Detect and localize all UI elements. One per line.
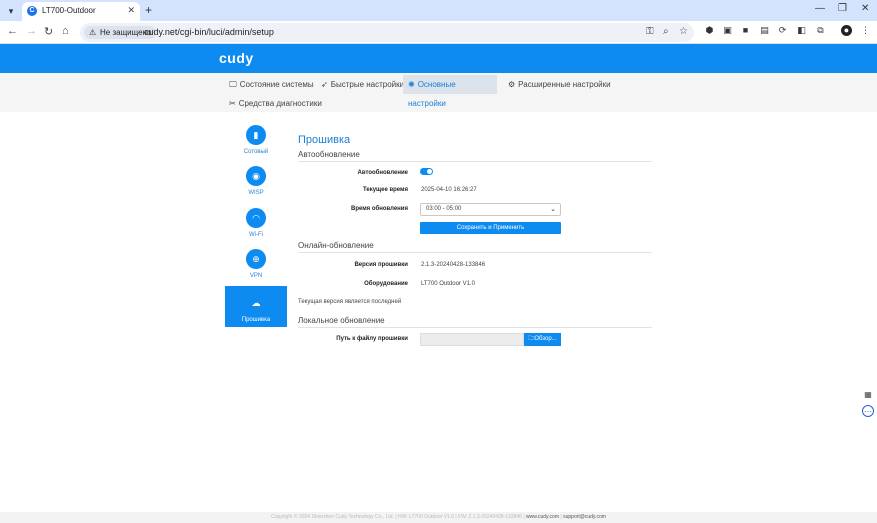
menu-item-diagnostics[interactable]: ✂ Средства диагностики	[224, 94, 327, 113]
tab-search-icon[interactable]: ▾	[4, 4, 18, 18]
favicon-icon: C	[27, 6, 37, 16]
chevron-down-icon: ⌄	[550, 206, 556, 213]
auto-update-toggle[interactable]	[420, 168, 433, 175]
menu-item-basic-settings[interactable]: ✺ Основные настройки	[403, 75, 497, 108]
close-window-icon[interactable]: ✕	[861, 3, 869, 14]
new-tab-icon[interactable]: +	[145, 3, 152, 17]
firmware-version-label: Версия прошивки	[354, 262, 408, 268]
bookmark-star-icon[interactable]: ☆	[679, 26, 688, 37]
browser-menu-icon[interactable]: ⋮	[860, 25, 871, 36]
sidebar-item-wifi[interactable]: ◠ Wi-Fi	[225, 201, 287, 242]
footer-site-link[interactable]: www.cudy.com	[526, 514, 559, 520]
extension-screenshot-icon[interactable]: ◧	[796, 25, 807, 36]
firmware-path-input[interactable]	[420, 333, 524, 346]
hardware-label: Оборудование	[364, 281, 408, 287]
reload-icon[interactable]: ↻	[44, 25, 53, 38]
footer-support-link[interactable]: support@cudy.com	[563, 514, 606, 520]
tools-icon: ✂	[229, 99, 236, 108]
back-icon[interactable]: ←	[7, 25, 18, 37]
router-header: cudy	[0, 44, 877, 73]
wrench-icon: ⚙	[508, 80, 516, 89]
extension-off-icon[interactable]: ▤	[759, 25, 770, 36]
menu-item-quick-setup[interactable]: ➶ Быстрые настройки	[316, 75, 409, 94]
toggle-knob	[427, 169, 432, 174]
footer-hw: HW: LT700 Outdoor V1.0	[398, 514, 454, 520]
rocket-icon: ➶	[321, 80, 328, 89]
antenna-icon: ◉	[246, 166, 266, 186]
extension-square-icon[interactable]: ■	[740, 25, 751, 36]
update-time-value: 03:00 - 05:00	[426, 206, 462, 212]
sidebar-item-firmware[interactable]: ☁ Прошивка	[225, 286, 287, 327]
footer-fw: FW: 2.1.3-20240428-133846	[458, 514, 522, 520]
gear-icon: ✺	[408, 80, 415, 89]
profile-avatar-icon[interactable]: ●	[841, 25, 852, 36]
sidebar-item-wisp[interactable]: ◉ WISP	[225, 159, 287, 200]
wifi-icon: ◠	[246, 208, 266, 228]
monitor-icon: 🖵	[229, 80, 237, 89]
browser-tabstrip: ▾ C LT700-Outdoor ✕ + — ❐ ✕	[0, 0, 877, 21]
section-online-update-title: Онлайн-обновление	[298, 241, 652, 253]
cudy-logo[interactable]: cudy	[219, 50, 254, 66]
globe-icon: ⊕	[246, 249, 266, 269]
firmware-version-value: 2.1.3-20240428-133846	[421, 262, 486, 268]
save-apply-button[interactable]: Сохранить и Применить	[420, 222, 561, 234]
browse-button[interactable]: 🗀Обзор...	[524, 333, 561, 346]
update-time-select[interactable]: 03:00 - 05:00 ⌄	[420, 203, 561, 216]
menu-item-advanced-settings[interactable]: ⚙ Расширенные настройки	[503, 75, 616, 94]
restore-icon[interactable]: ❐	[838, 3, 847, 14]
page-title: Прошивка	[298, 134, 351, 146]
warning-icon: ⚠	[89, 28, 97, 37]
latest-version-note: Текущая версия является последней	[298, 299, 402, 305]
extension-sync-icon[interactable]: ⟳	[777, 25, 788, 36]
footer-copyright: Copyright © 2024 Shenzhen Cudy Technolog…	[271, 514, 394, 520]
extensions-puzzle-icon[interactable]: ⧉	[815, 25, 826, 36]
page-footer: Copyright © 2024 Shenzhen Cudy Technolog…	[0, 512, 877, 523]
firmware-path-label: Путь к файлу прошивки	[336, 336, 408, 342]
extension-shield-icon[interactable]: ⬢	[704, 25, 715, 36]
qr-code-icon[interactable]: ▦	[862, 389, 874, 401]
password-key-icon[interactable]: ⚿	[646, 26, 654, 37]
tab-title: LT700-Outdoor	[42, 6, 96, 15]
close-tab-icon[interactable]: ✕	[127, 5, 135, 16]
home-icon[interactable]: ⌂	[62, 25, 69, 37]
sidebar-item-vpn[interactable]: ⊕ VPN	[225, 242, 287, 283]
zoom-icon[interactable]: ⌕	[663, 26, 669, 37]
update-time-label: Время обновления	[350, 206, 408, 212]
extension-window-icon[interactable]: ▣	[722, 25, 733, 36]
current-time-value: 2025-04-10 16:26:27	[421, 187, 477, 193]
menu-item-system-status[interactable]: 🖵 Состояние системы	[224, 75, 319, 94]
main-menu: 🖵 Состояние системы ➶ Быстрые настройки ✺ О…	[0, 73, 877, 112]
section-local-update-title: Локальное обновление	[298, 316, 652, 328]
chat-support-icon[interactable]: ⋯	[862, 405, 874, 417]
forward-icon[interactable]: →	[26, 25, 37, 37]
section-auto-update-title: Автообновление	[298, 150, 652, 162]
hardware-value: LT700 Outdoor V1.0	[421, 281, 475, 287]
minimize-icon[interactable]: —	[815, 3, 825, 14]
address-bar[interactable]: ⚠ Не защищено cudy.net/cgi-bin/luci/admi…	[80, 23, 694, 42]
url-text[interactable]: cudy.net/cgi-bin/luci/admin/setup	[144, 27, 274, 37]
auto-update-label: Автообновление	[357, 170, 408, 176]
signal-bars-icon: ▮	[246, 125, 266, 145]
browser-tab[interactable]: C LT700-Outdoor ✕	[22, 2, 140, 21]
cloud-upload-icon: ☁	[251, 298, 261, 308]
current-time-label: Текущее время	[363, 187, 408, 193]
sidebar-item-cellular[interactable]: ▮ Сотовый	[225, 118, 287, 159]
